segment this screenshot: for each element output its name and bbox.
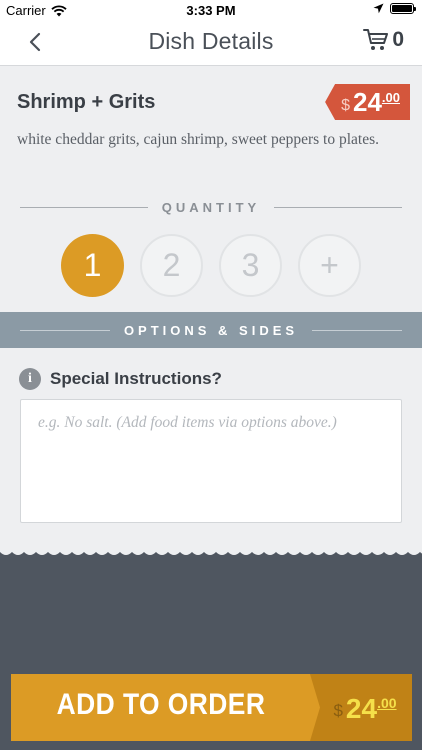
add-to-order-button[interactable]: ADD TO ORDER $ 24 .00 xyxy=(11,674,412,741)
cart-icon xyxy=(363,29,389,50)
special-instructions-input[interactable] xyxy=(20,399,402,523)
battery-icon xyxy=(390,3,416,14)
order-price-currency: $ xyxy=(333,701,343,720)
cart-count: 0 xyxy=(392,28,404,51)
cart-button[interactable]: 0 xyxy=(363,28,404,52)
page-title: Dish Details xyxy=(148,28,274,54)
divider xyxy=(274,207,403,208)
dish-info: Shrimp + Grits $ 24 .00 white cheddar gr… xyxy=(0,66,422,312)
divider xyxy=(20,329,110,331)
status-time: 3:33 PM xyxy=(186,3,236,18)
divider xyxy=(312,329,403,331)
info-icon: i xyxy=(19,368,41,390)
price-currency: $ xyxy=(341,97,350,114)
divider xyxy=(20,207,148,208)
battery-fill xyxy=(392,5,412,12)
quantity-selector: 1 2 3 + xyxy=(0,234,422,297)
location-arrow-icon xyxy=(373,3,384,14)
quantity-option-1[interactable]: 1 xyxy=(61,234,124,297)
status-bar: Carrier 3:33 PM xyxy=(0,0,422,20)
price-cents: .00 xyxy=(381,90,400,105)
order-price-whole: 24 xyxy=(345,693,378,724)
wavy-edge xyxy=(0,546,422,555)
instructions-header: i Special Instructions? xyxy=(19,368,222,390)
order-price-cents: .00 xyxy=(377,695,397,711)
price-whole: 24 xyxy=(353,87,382,117)
dish-name: Shrimp + Grits xyxy=(17,91,156,113)
quantity-option-2[interactable]: 2 xyxy=(140,234,203,297)
add-to-order-price: $ 24 .00 xyxy=(310,674,412,741)
add-to-order-label: ADD TO ORDER xyxy=(56,688,266,721)
dish-description: white cheddar grits, cajun shrimp, sweet… xyxy=(17,131,379,148)
price-tag: $ 24 .00 xyxy=(325,84,410,120)
status-right xyxy=(373,3,416,14)
quantity-header: QUANTITY xyxy=(0,200,422,215)
quantity-label: QUANTITY xyxy=(161,200,261,215)
quantity-more-button[interactable]: + xyxy=(298,234,361,297)
options-sides-button[interactable]: OPTIONS & SIDES xyxy=(0,312,422,348)
special-instructions: i Special Instructions? xyxy=(0,348,422,555)
instructions-title: Special Instructions? xyxy=(50,369,222,388)
quantity-option-3[interactable]: 3 xyxy=(219,234,282,297)
nav-bar: Dish Details 0 xyxy=(0,20,422,66)
dish-details-screen: Carrier 3:33 PM Dish Details 0 Shrimp + … xyxy=(0,0,422,750)
options-sides-label: OPTIONS & SIDES xyxy=(123,322,299,338)
